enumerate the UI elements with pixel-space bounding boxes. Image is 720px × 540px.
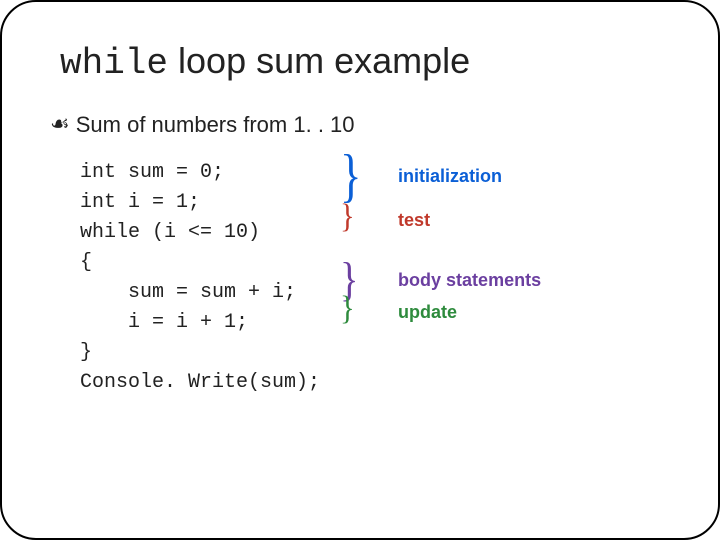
brace-icon: }	[340, 198, 355, 236]
annotation-test: test	[398, 210, 430, 231]
slide-title: while loop sum example	[60, 40, 690, 84]
bullet-line: ☙ Sum of numbers from 1. . 10	[50, 112, 690, 138]
annotation-column: } initialization } test } body statement…	[340, 158, 640, 398]
annotation-body: body statements	[398, 270, 541, 291]
code-block: int sum = 0; int i = 1; while (i <= 10) …	[80, 158, 320, 398]
slide-frame: while loop sum example ☙ Sum of numbers …	[0, 0, 720, 540]
annotation-initialization: initialization	[398, 166, 502, 187]
bullet-icon: ☙	[50, 111, 70, 137]
bullet-text: Sum of numbers from 1. . 10	[76, 112, 355, 138]
content-row: int sum = 0; int i = 1; while (i <= 10) …	[80, 158, 690, 398]
title-rest: loop sum example	[168, 40, 470, 81]
brace-icon: }	[340, 290, 355, 328]
title-code-keyword: while	[60, 43, 168, 84]
annotation-update: update	[398, 302, 457, 323]
